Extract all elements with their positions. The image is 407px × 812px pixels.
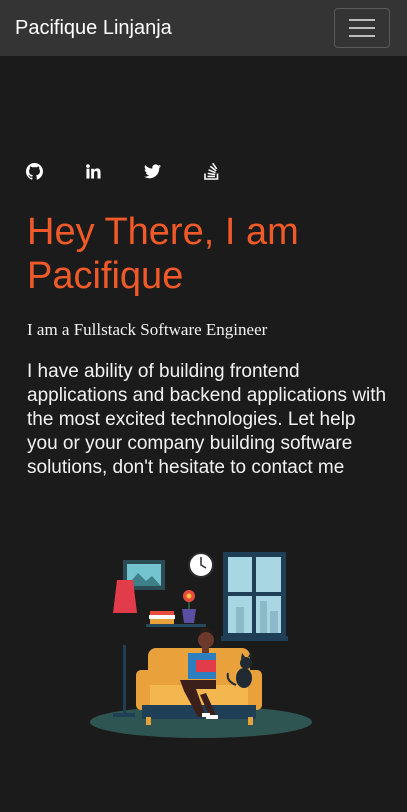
github-link[interactable]: [26, 163, 43, 180]
linkedin-link[interactable]: [85, 163, 102, 180]
stackoverflow-icon: [204, 163, 219, 180]
brand-link[interactable]: Pacifique Linjanja: [15, 17, 172, 40]
linkedin-icon: [86, 164, 101, 179]
social-links: [26, 163, 220, 180]
menu-toggle-button[interactable]: [334, 8, 390, 48]
hero-description: I have ability of building frontend appl…: [27, 361, 387, 478]
twitter-icon: [144, 164, 161, 179]
navbar: Pacifique Linjanja: [0, 0, 407, 56]
hamburger-menu-icon: [349, 19, 375, 21]
stackoverflow-link[interactable]: [203, 163, 220, 180]
hero-headline: Hey There, I am Pacifique: [27, 211, 299, 297]
github-icon: [26, 163, 43, 180]
twitter-link[interactable]: [144, 163, 161, 180]
hero-illustration: [90, 552, 312, 738]
hero-subtitle: I am a Fullstack Software Engineer: [27, 320, 268, 339]
